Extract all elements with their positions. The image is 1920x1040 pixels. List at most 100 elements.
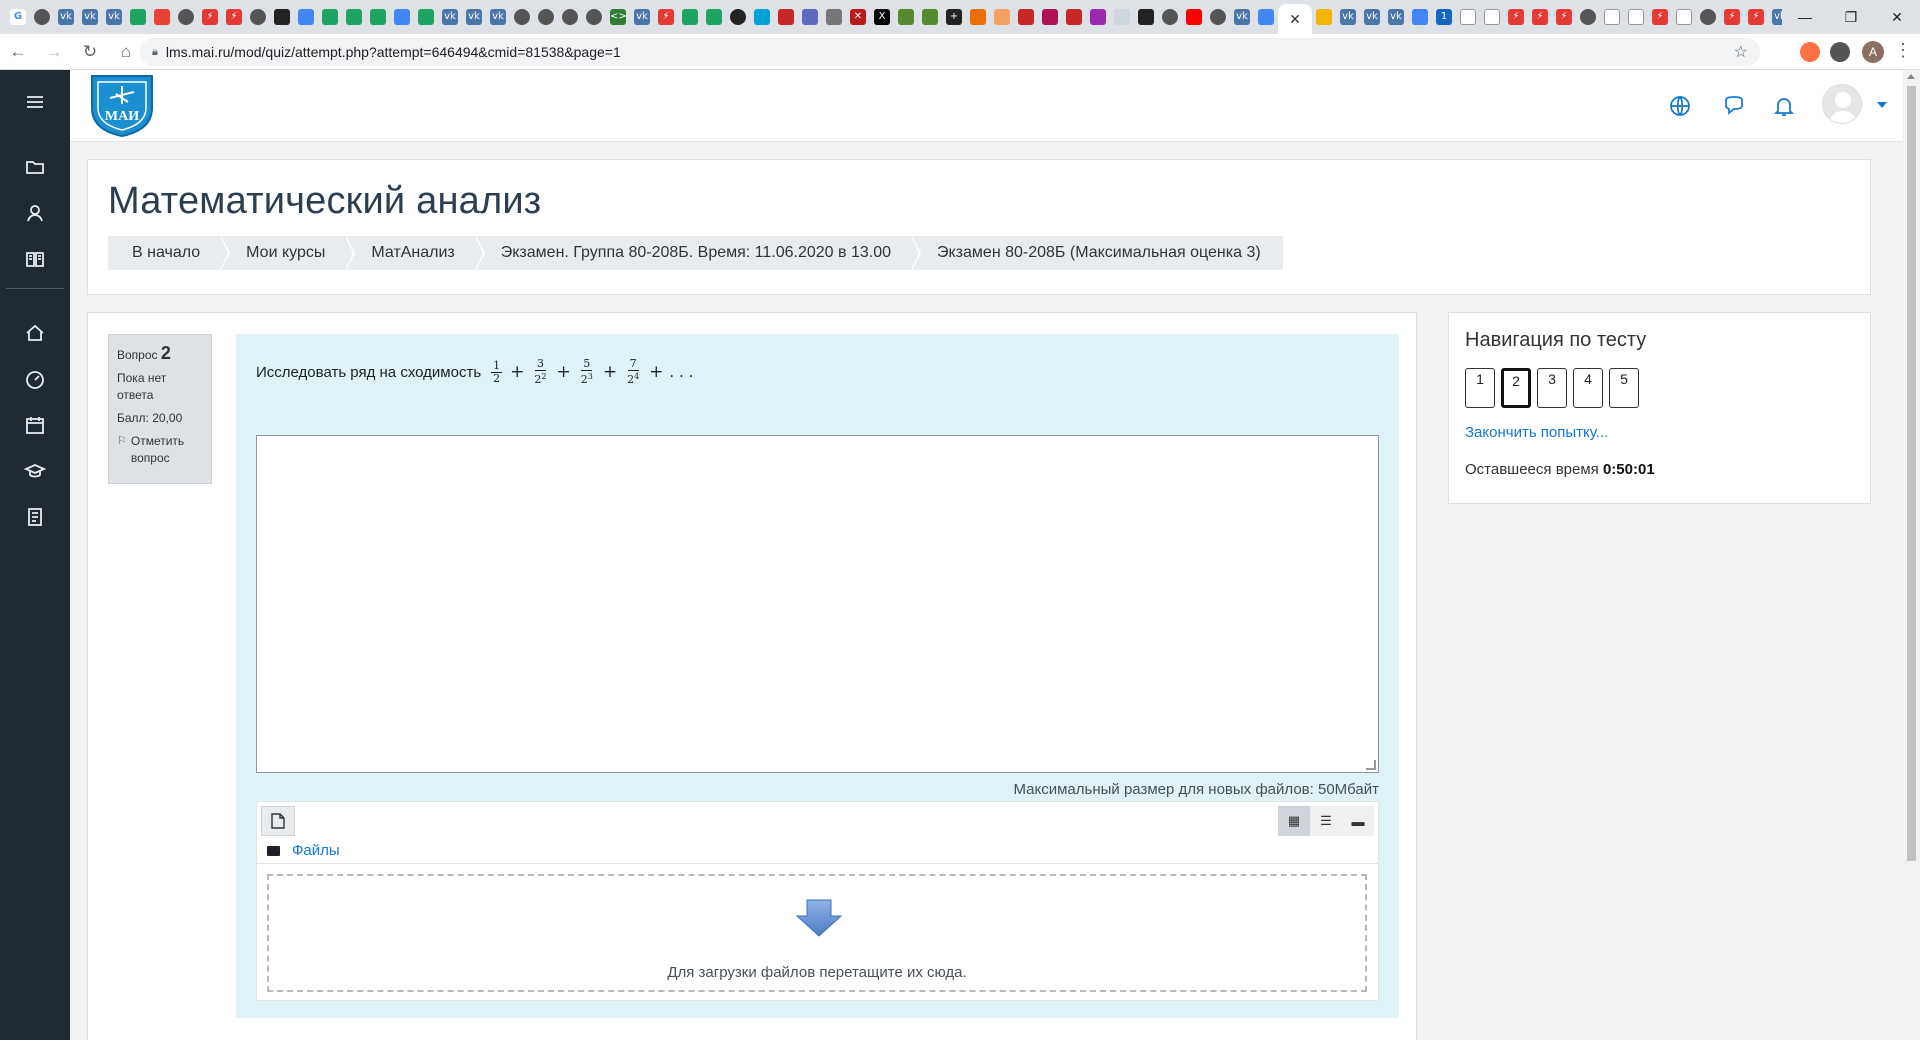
drive-tab-icon[interactable] xyxy=(346,9,362,25)
vk-tab-icon[interactable]: vk xyxy=(490,9,506,25)
folder-icon[interactable] xyxy=(0,144,70,190)
breadcrumb-quiz[interactable]: Экзамен 80-208Б (Максимальная оценка 3) xyxy=(913,236,1283,270)
page-scrollbar[interactable] xyxy=(1903,70,1920,1040)
tab-icon[interactable] xyxy=(586,9,602,25)
drive-tab-icon[interactable] xyxy=(130,9,146,25)
notifications-bell-icon[interactable] xyxy=(1772,94,1796,118)
vk-tab-icon[interactable]: vk xyxy=(1340,9,1356,25)
tab-icon[interactable] xyxy=(514,9,530,25)
mail-tab-icon[interactable] xyxy=(1316,9,1332,25)
grades-book-icon[interactable] xyxy=(0,236,70,282)
maximize-icon[interactable]: ❐ xyxy=(1828,0,1874,34)
tab-icon[interactable] xyxy=(1460,9,1476,25)
resize-handle[interactable] xyxy=(1366,760,1376,770)
lightning-tab-icon[interactable]: ⚡ xyxy=(202,9,218,25)
bookmark-star-icon[interactable]: ☆ xyxy=(1734,42,1748,62)
breadcrumb-section[interactable]: Экзамен. Группа 80-208Б. Время: 11.06.20… xyxy=(477,236,922,270)
question-button-3[interactable]: 3 xyxy=(1537,368,1567,408)
reload-icon[interactable]: ↻ xyxy=(72,34,108,70)
close-window-icon[interactable]: ✕ xyxy=(1874,0,1920,34)
tab-icon[interactable] xyxy=(970,9,986,25)
answer-textarea[interactable] xyxy=(256,435,1379,773)
extension-icon[interactable] xyxy=(1830,42,1850,62)
participants-icon[interactable] xyxy=(0,190,70,236)
active-tab[interactable]: ✕ xyxy=(1278,4,1312,34)
tab-icon[interactable] xyxy=(34,9,50,25)
lightning-tab-icon[interactable]: ⚡ xyxy=(1652,9,1668,25)
tab-icon[interactable] xyxy=(1580,9,1596,25)
vk-tab-icon[interactable]: vk xyxy=(106,9,122,25)
flag-question-link[interactable]: ⚐ Отметить вопрос xyxy=(117,433,203,467)
lightning-tab-icon[interactable]: ⚡ xyxy=(1508,9,1524,25)
finish-attempt-link[interactable]: Закончить попытку... xyxy=(1465,424,1608,441)
tab-icon[interactable] xyxy=(250,9,266,25)
tab-icon[interactable]: ✕ xyxy=(850,9,866,25)
tab-icon[interactable] xyxy=(274,9,290,25)
add-file-button[interactable] xyxy=(261,806,295,836)
dashboard-icon[interactable] xyxy=(0,356,70,402)
tab-icon[interactable] xyxy=(298,9,314,25)
tab-icon[interactable] xyxy=(562,9,578,25)
vk-tab-icon[interactable]: vk xyxy=(1234,9,1250,25)
tab-icon[interactable] xyxy=(154,9,170,25)
lightning-tab-icon[interactable]: ⚡ xyxy=(1724,9,1740,25)
tab-icon[interactable] xyxy=(922,9,938,25)
vk-tab-icon[interactable]: vk xyxy=(634,9,650,25)
tab-icon[interactable] xyxy=(802,9,818,25)
vk-tab-icon[interactable]: vk xyxy=(466,9,482,25)
breadcrumb-home[interactable]: В начало xyxy=(108,236,231,270)
graduation-cap-icon[interactable] xyxy=(0,448,70,494)
home-nav-icon[interactable] xyxy=(0,310,70,356)
vk-tab-icon[interactable]: vk xyxy=(1388,9,1404,25)
language-globe-icon[interactable] xyxy=(1668,94,1692,118)
tab-icon[interactable] xyxy=(394,9,410,25)
tree-view-folder-icon[interactable]: ▬ xyxy=(1342,806,1374,836)
breadcrumb-course[interactable]: МатАнализ xyxy=(347,236,486,270)
tab-icon[interactable] xyxy=(1066,9,1082,25)
tab-icon[interactable] xyxy=(1042,9,1058,25)
google-tab-icon[interactable]: G xyxy=(10,9,26,25)
tab-icon[interactable] xyxy=(538,9,554,25)
question-button-4[interactable]: 4 xyxy=(1573,368,1603,408)
drive-tab-icon[interactable] xyxy=(682,9,698,25)
lightning-tab-icon[interactable]: ⚡ xyxy=(658,9,674,25)
tab-icon[interactable] xyxy=(826,9,842,25)
files-link[interactable]: Файлы xyxy=(292,842,340,859)
drive-tab-icon[interactable] xyxy=(370,9,386,25)
lightning-tab-icon[interactable]: ⚡ xyxy=(1532,9,1548,25)
browser-menu-icon[interactable]: ⋮ xyxy=(1894,40,1912,61)
drive-tab-icon[interactable] xyxy=(706,9,722,25)
vk-tab-icon[interactable]: vk xyxy=(82,9,98,25)
tab-icon[interactable]: + xyxy=(946,9,962,25)
messages-icon[interactable] xyxy=(1722,94,1746,118)
drive-tab-icon[interactable] xyxy=(418,9,434,25)
vk-tab-icon[interactable]: vk xyxy=(442,9,458,25)
lightning-tab-icon[interactable]: ⚡ xyxy=(226,9,242,25)
hamburger-menu-icon[interactable] xyxy=(0,79,70,125)
question-button-1[interactable]: 1 xyxy=(1465,368,1495,408)
tab-icon[interactable] xyxy=(1162,9,1178,25)
tab-icon[interactable] xyxy=(994,9,1010,25)
scrollbar-thumb[interactable] xyxy=(1907,86,1916,861)
tab-icon[interactable] xyxy=(778,9,794,25)
tab-icon[interactable] xyxy=(1700,9,1716,25)
lightning-tab-icon[interactable]: ⚡ xyxy=(1748,9,1764,25)
file-drop-zone[interactable]: Для загрузки файлов перетащите их сюда. xyxy=(267,874,1367,992)
calendar-icon[interactable] xyxy=(0,402,70,448)
mai-logo[interactable]: МАИ xyxy=(88,72,156,138)
drive-tab-icon[interactable] xyxy=(322,9,338,25)
home-icon[interactable]: ⌂ xyxy=(108,34,144,70)
minimize-icon[interactable]: — xyxy=(1782,0,1828,34)
vk-tab-icon[interactable]: vk xyxy=(58,9,74,25)
code-tab-icon[interactable]: <> xyxy=(610,9,627,25)
question-button-2[interactable]: 2 xyxy=(1501,368,1531,408)
user-menu-caret-icon[interactable] xyxy=(1877,102,1887,108)
address-bar[interactable]: 🔒︎ lms.mai.ru/mod/quiz/attempt.php?attem… xyxy=(140,38,1760,66)
tab-icon[interactable] xyxy=(1210,9,1226,25)
lightning-tab-icon[interactable]: ⚡ xyxy=(1556,9,1572,25)
tab-icon[interactable] xyxy=(1090,9,1106,25)
tab-icon[interactable] xyxy=(898,9,914,25)
close-tab-icon[interactable]: ✕ xyxy=(1289,11,1301,28)
list-view-icon[interactable]: ☰ xyxy=(1310,806,1342,836)
docs-tab-icon[interactable] xyxy=(1412,9,1428,25)
